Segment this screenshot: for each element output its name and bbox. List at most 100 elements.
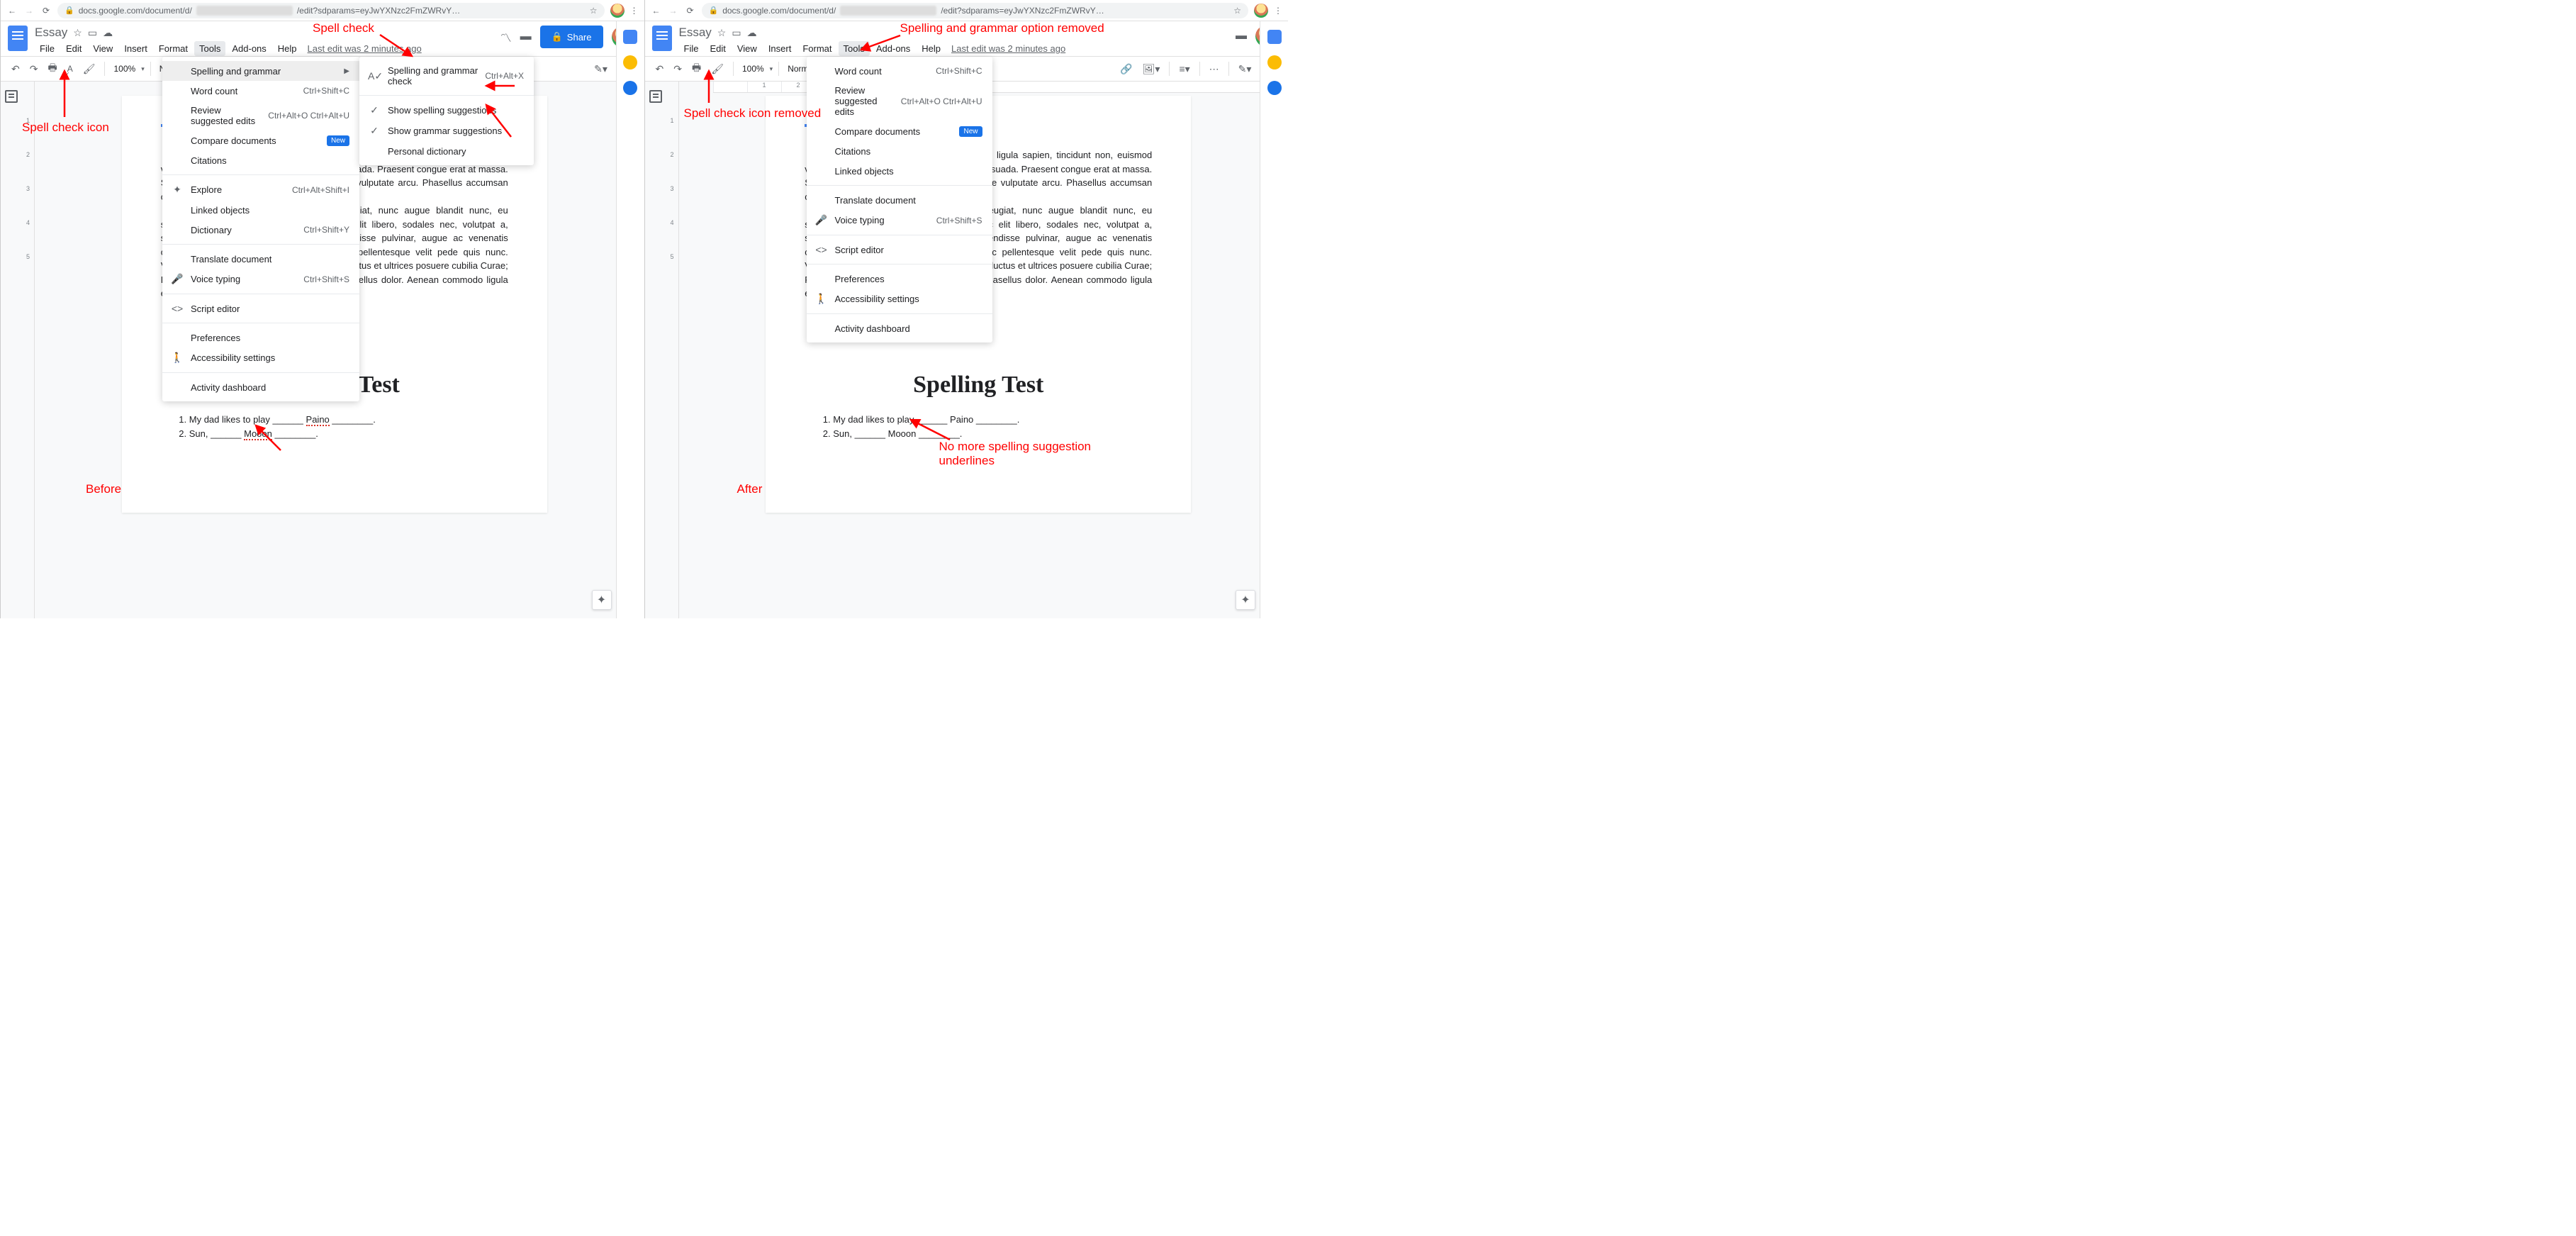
outline-icon[interactable] bbox=[5, 90, 18, 103]
image-icon[interactable]: 🖼▾ bbox=[1139, 60, 1164, 78]
menu-insert[interactable]: Insert bbox=[119, 41, 152, 56]
menu-file[interactable]: File bbox=[679, 41, 704, 56]
menu-help[interactable]: Help bbox=[917, 41, 946, 56]
menu-help[interactable]: Help bbox=[273, 41, 302, 56]
move-icon[interactable]: ▭ bbox=[88, 27, 97, 39]
menu-item-word-count[interactable]: Word countCtrl+Shift+C bbox=[807, 61, 992, 81]
reload-icon[interactable]: ⟳ bbox=[685, 6, 696, 16]
back-icon[interactable]: ← bbox=[651, 6, 662, 16]
cloud-status-icon[interactable]: ☁ bbox=[747, 27, 757, 39]
menu-file[interactable]: File bbox=[35, 41, 60, 56]
comments-icon[interactable]: ▬ bbox=[520, 30, 532, 43]
chrome-menu-icon[interactable]: ⋮ bbox=[630, 6, 639, 16]
more-icon[interactable]: ⋯ bbox=[1206, 60, 1223, 78]
menu-item-linked-objects[interactable]: Linked objects bbox=[162, 200, 359, 220]
menu-format[interactable]: Format bbox=[797, 41, 836, 56]
docs-logo-icon[interactable] bbox=[652, 26, 672, 51]
spelling-list[interactable]: My dad likes to play ______ Paino ______… bbox=[161, 413, 508, 442]
menu-item-voice-typing[interactable]: 🎤Voice typingCtrl+Shift+S bbox=[807, 210, 992, 230]
profile-avatar-icon[interactable] bbox=[1254, 4, 1268, 18]
star-doc-icon[interactable]: ☆ bbox=[717, 27, 727, 39]
link-icon[interactable]: 🔗 bbox=[1116, 60, 1136, 78]
explore-fab-icon[interactable]: ✦ bbox=[592, 590, 612, 610]
menu-item-preferences[interactable]: Preferences bbox=[807, 269, 992, 289]
tasks-app-icon[interactable] bbox=[623, 81, 637, 95]
menu-item-spelling-and-grammar-check[interactable]: A✓Spelling and grammar checkCtrl+Alt+X bbox=[359, 61, 534, 91]
document-title[interactable]: Essay bbox=[679, 26, 712, 40]
editing-mode-icon[interactable]: ✎▾ bbox=[590, 60, 611, 78]
menu-item-compare-documents[interactable]: Compare documentsNew bbox=[162, 130, 359, 150]
menu-item-translate-document[interactable]: Translate document bbox=[807, 190, 992, 210]
calendar-app-icon[interactable] bbox=[1267, 30, 1282, 44]
forward-icon[interactable]: → bbox=[23, 6, 35, 16]
paint-format-icon[interactable]: 🖌 bbox=[79, 60, 99, 78]
docs-logo-icon[interactable] bbox=[8, 26, 28, 51]
star-icon[interactable]: ☆ bbox=[590, 6, 598, 16]
menu-item-accessibility-settings[interactable]: 🚶Accessibility settings bbox=[807, 289, 992, 309]
star-doc-icon[interactable]: ☆ bbox=[73, 27, 82, 39]
misspelling[interactable]: Paino bbox=[306, 414, 330, 426]
star-icon[interactable]: ☆ bbox=[1233, 6, 1241, 16]
menu-format[interactable]: Format bbox=[154, 41, 193, 56]
word-paino[interactable]: Paino bbox=[950, 414, 973, 425]
tasks-app-icon[interactable] bbox=[1267, 81, 1282, 95]
menu-item-preferences[interactable]: Preferences bbox=[162, 328, 359, 347]
menu-item-explore[interactable]: ✦ExploreCtrl+Alt+Shift+I bbox=[162, 179, 359, 200]
explore-fab-icon[interactable]: ✦ bbox=[1236, 590, 1255, 610]
chrome-menu-icon[interactable]: ⋮ bbox=[1274, 6, 1282, 16]
menu-item-accessibility-settings[interactable]: 🚶Accessibility settings bbox=[162, 347, 359, 368]
reload-icon[interactable]: ⟳ bbox=[40, 6, 52, 16]
share-button[interactable]: 🔒Share bbox=[540, 26, 603, 48]
menu-item-personal-dictionary[interactable]: Personal dictionary bbox=[359, 141, 534, 161]
menu-addons[interactable]: Add-ons bbox=[227, 41, 271, 56]
address-bar[interactable]: 🔒 docs.google.com/document/d/ xxxxxxxxxx… bbox=[702, 3, 1249, 18]
menu-item-show-spelling-suggestions[interactable]: ✓Show spelling suggestions bbox=[359, 100, 534, 121]
menu-item-citations[interactable]: Citations bbox=[807, 141, 992, 161]
menu-edit[interactable]: Edit bbox=[705, 41, 730, 56]
menu-item-compare-documents[interactable]: Compare documentsNew bbox=[807, 121, 992, 141]
tools-dropdown[interactable]: Spelling and grammar▶Word countCtrl+Shif… bbox=[162, 57, 359, 401]
print-icon[interactable]: 🖶 bbox=[688, 57, 705, 80]
forward-icon[interactable]: → bbox=[668, 6, 679, 16]
tools-dropdown[interactable]: Word countCtrl+Shift+CReview suggested e… bbox=[807, 57, 992, 343]
last-edit-text[interactable]: Last edit was 2 minutes ago bbox=[308, 43, 422, 54]
menu-item-show-grammar-suggestions[interactable]: ✓Show grammar suggestions bbox=[359, 121, 534, 141]
menu-edit[interactable]: Edit bbox=[61, 41, 86, 56]
menu-item-dictionary[interactable]: DictionaryCtrl+Shift+Y bbox=[162, 220, 359, 240]
word-mooon[interactable]: Mooon bbox=[888, 428, 917, 439]
menu-item-voice-typing[interactable]: 🎤Voice typingCtrl+Shift+S bbox=[162, 269, 359, 289]
spelling-list[interactable]: My dad likes to play ______ Paino ______… bbox=[805, 413, 1152, 442]
menu-view[interactable]: View bbox=[88, 41, 118, 56]
editing-mode-icon[interactable]: ✎▾ bbox=[1235, 60, 1255, 78]
keep-app-icon[interactable] bbox=[1267, 55, 1282, 69]
keep-app-icon[interactable] bbox=[623, 55, 637, 69]
move-icon[interactable]: ▭ bbox=[732, 27, 741, 39]
menu-item-linked-objects[interactable]: Linked objects bbox=[807, 161, 992, 181]
comments-icon[interactable]: ▬ bbox=[1236, 30, 1247, 43]
menu-tools[interactable]: Tools bbox=[839, 41, 870, 56]
align-icon[interactable]: ≡▾ bbox=[1175, 60, 1193, 78]
menu-tools[interactable]: Tools bbox=[194, 41, 225, 56]
outline-icon[interactable] bbox=[649, 90, 662, 103]
last-edit-text[interactable]: Last edit was 2 minutes ago bbox=[951, 43, 1065, 54]
cloud-status-icon[interactable]: ☁ bbox=[103, 27, 113, 39]
spellcheck-icon[interactable]: A✓ bbox=[64, 61, 77, 77]
menu-item-script-editor[interactable]: <>Script editor bbox=[162, 299, 359, 318]
menu-insert[interactable]: Insert bbox=[763, 41, 797, 56]
document-title[interactable]: Essay bbox=[35, 26, 67, 40]
misspelling[interactable]: Mooon bbox=[244, 428, 272, 440]
spelling-submenu[interactable]: A✓Spelling and grammar checkCtrl+Alt+X ✓S… bbox=[359, 57, 534, 165]
document-heading[interactable]: Spelling Test bbox=[805, 372, 1152, 399]
menu-view[interactable]: View bbox=[732, 41, 762, 56]
redo-icon[interactable]: ↷ bbox=[670, 60, 685, 78]
menu-item-spelling-and-grammar[interactable]: Spelling and grammar▶ bbox=[162, 61, 359, 81]
trend-icon[interactable]: 〽 bbox=[500, 28, 512, 45]
profile-avatar-icon[interactable] bbox=[610, 4, 625, 18]
menu-item-activity-dashboard[interactable]: Activity dashboard bbox=[807, 318, 992, 338]
menu-item-translate-document[interactable]: Translate document bbox=[162, 249, 359, 269]
address-bar[interactable]: 🔒 docs.google.com/document/d/ xxxxxxxxxx… bbox=[57, 3, 605, 18]
menu-item-citations[interactable]: Citations bbox=[162, 150, 359, 170]
menu-item-review-suggested-edits[interactable]: Review suggested editsCtrl+Alt+O Ctrl+Al… bbox=[807, 81, 992, 121]
zoom-select[interactable]: 100% bbox=[111, 62, 138, 75]
menu-addons[interactable]: Add-ons bbox=[871, 41, 915, 56]
